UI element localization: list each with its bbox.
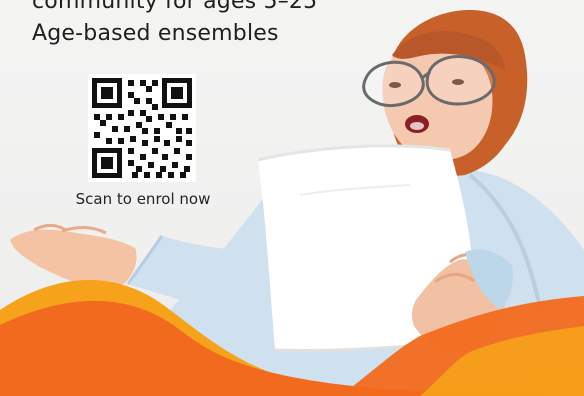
headline: community for ages 5–25 Age-based ensemb…: [32, 0, 317, 50]
scan-cta-text: Scan to enrol now: [75, 190, 211, 208]
headline-line-1: community for ages 5–25: [32, 0, 318, 14]
qr-code-icon[interactable]: [88, 74, 196, 182]
headline-line-2: Age-based ensembles: [32, 21, 279, 46]
promo-poster: community for ages 5–25 Age-based ensemb…: [0, 0, 584, 396]
